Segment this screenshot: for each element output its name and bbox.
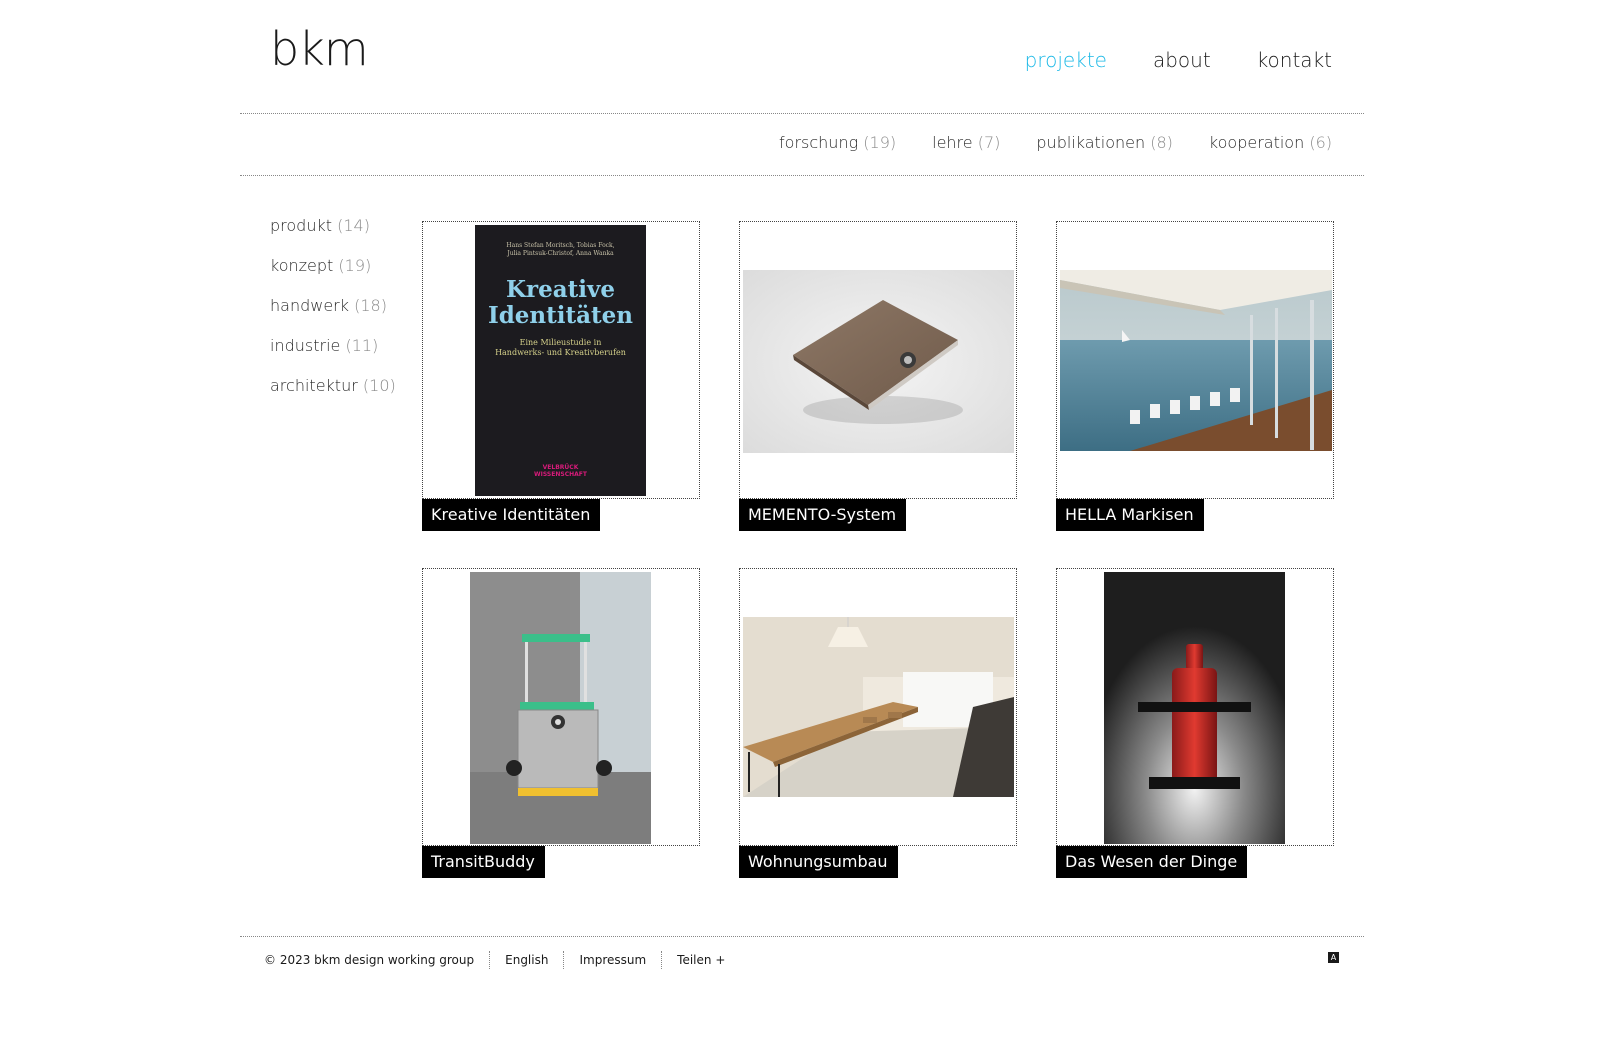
nav-kontakt[interactable]: kontakt bbox=[1257, 48, 1332, 72]
notebook-photo bbox=[743, 270, 1014, 453]
category-label: handwerk bbox=[270, 296, 350, 315]
category-architektur[interactable]: architektur (10) bbox=[270, 376, 396, 395]
category-handwerk[interactable]: handwerk (18) bbox=[270, 296, 396, 315]
book-title: Kreative bbox=[506, 276, 615, 303]
project-thumbnail[interactable] bbox=[1060, 270, 1332, 451]
project-thumbnail[interactable]: Hans Stefan Moritsch, Tobias Fock, Julia… bbox=[475, 225, 646, 496]
transit-cart-photo bbox=[470, 572, 651, 844]
category-count: (11) bbox=[345, 336, 379, 355]
book-cover-image: Hans Stefan Moritsch, Tobias Fock, Julia… bbox=[475, 225, 646, 496]
subnav-label: publikationen bbox=[1036, 133, 1146, 152]
category-konzept[interactable]: konzept (19) bbox=[270, 256, 396, 275]
project-card-das-wesen-der-dinge[interactable]: Das Wesen der Dinge bbox=[1056, 568, 1334, 878]
category-count: (18) bbox=[354, 296, 387, 315]
category-count: (10) bbox=[362, 376, 396, 395]
category-label: industrie bbox=[270, 336, 341, 355]
project-thumbnail[interactable] bbox=[470, 572, 651, 844]
project-title[interactable]: MEMENTO-System bbox=[739, 499, 907, 531]
share-link[interactable]: Teilen + bbox=[677, 953, 725, 967]
language-switch-item: English bbox=[489, 951, 563, 969]
category-label: architektur bbox=[270, 376, 358, 395]
project-title[interactable]: HELLA Markisen bbox=[1056, 499, 1204, 531]
subnav-label: forschung bbox=[779, 133, 859, 152]
book-authors: Julia Pintsuk-Christof, Anna Wanka bbox=[506, 250, 614, 257]
footer: © 2023 bkm design working group English … bbox=[264, 951, 740, 969]
subnav-count: (8) bbox=[1150, 133, 1173, 152]
subnav-lehre[interactable]: lehre (7) bbox=[932, 133, 1000, 152]
project-card-memento-system[interactable]: MEMENTO-System bbox=[739, 221, 1017, 531]
subnav-forschung[interactable]: forschung (19) bbox=[779, 133, 896, 152]
category-label: konzept bbox=[270, 256, 334, 275]
book-publisher: VELBRÜCK bbox=[543, 464, 579, 471]
project-card-transitbuddy[interactable]: TransitBuddy bbox=[422, 568, 700, 878]
subnav-count: (7) bbox=[977, 133, 1001, 152]
subnav-label: kooperation bbox=[1208, 133, 1305, 152]
book-subtitle: Handwerks- und Kreativberufen bbox=[495, 348, 626, 357]
main-nav: projekte about kontakt bbox=[1025, 48, 1332, 72]
project-title[interactable]: Kreative Identitäten bbox=[422, 499, 601, 531]
project-card-hella-markisen[interactable]: HELLA Markisen bbox=[1056, 221, 1334, 531]
category-count: (14) bbox=[337, 216, 370, 235]
book-title: Identitäten bbox=[488, 302, 633, 329]
book-publisher: WISSENSCHAFT bbox=[534, 471, 588, 478]
red-bottle-sculpture-photo bbox=[1104, 572, 1285, 844]
project-card-wohnungsumbau[interactable]: Wohnungsumbau bbox=[739, 568, 1017, 878]
category-list: produkt (14) konzept (19) handwerk (18) … bbox=[270, 216, 396, 416]
subnav-label: lehre bbox=[932, 133, 973, 152]
divider bbox=[240, 175, 1364, 176]
divider bbox=[240, 113, 1364, 114]
subnav-count: (6) bbox=[1309, 133, 1332, 152]
share-item: Teilen + bbox=[661, 951, 740, 969]
subnav-count: (19) bbox=[863, 133, 897, 152]
category-label: produkt bbox=[270, 216, 333, 235]
project-thumbnail[interactable] bbox=[1104, 572, 1285, 844]
language-link[interactable]: English bbox=[505, 953, 548, 967]
awning-seaview-photo bbox=[1060, 270, 1332, 451]
book-subtitle: Eine Milieustudie in bbox=[520, 338, 602, 347]
nav-about[interactable]: about bbox=[1153, 48, 1211, 72]
impressum-item: Impressum bbox=[563, 951, 661, 969]
project-title[interactable]: Wohnungsumbau bbox=[739, 846, 898, 878]
subnav-publikationen[interactable]: publikationen (8) bbox=[1036, 133, 1173, 152]
accessibility-icon[interactable]: A bbox=[1328, 952, 1339, 963]
logo[interactable]: bkm bbox=[270, 22, 369, 76]
project-thumbnail[interactable] bbox=[743, 270, 1014, 453]
project-thumbnail[interactable] bbox=[743, 617, 1014, 797]
project-title[interactable]: TransitBuddy bbox=[422, 846, 545, 878]
nav-projekte[interactable]: projekte bbox=[1025, 48, 1107, 72]
project-card-kreative-identitaeten[interactable]: Hans Stefan Moritsch, Tobias Fock, Julia… bbox=[422, 221, 700, 531]
project-title[interactable]: Das Wesen der Dinge bbox=[1056, 846, 1248, 878]
book-authors: Hans Stefan Moritsch, Tobias Fock, bbox=[506, 242, 614, 249]
copyright: © 2023 bkm design working group bbox=[264, 953, 475, 967]
sub-nav: forschung (19) lehre (7) publikationen (… bbox=[779, 133, 1332, 152]
category-industrie[interactable]: industrie (11) bbox=[270, 336, 396, 355]
category-produkt[interactable]: produkt (14) bbox=[270, 216, 396, 235]
category-count: (19) bbox=[338, 256, 372, 275]
subnav-kooperation[interactable]: kooperation (6) bbox=[1209, 133, 1332, 152]
divider bbox=[240, 936, 1364, 937]
apartment-interior-photo bbox=[743, 617, 1014, 797]
impressum-link[interactable]: Impressum bbox=[579, 953, 646, 967]
